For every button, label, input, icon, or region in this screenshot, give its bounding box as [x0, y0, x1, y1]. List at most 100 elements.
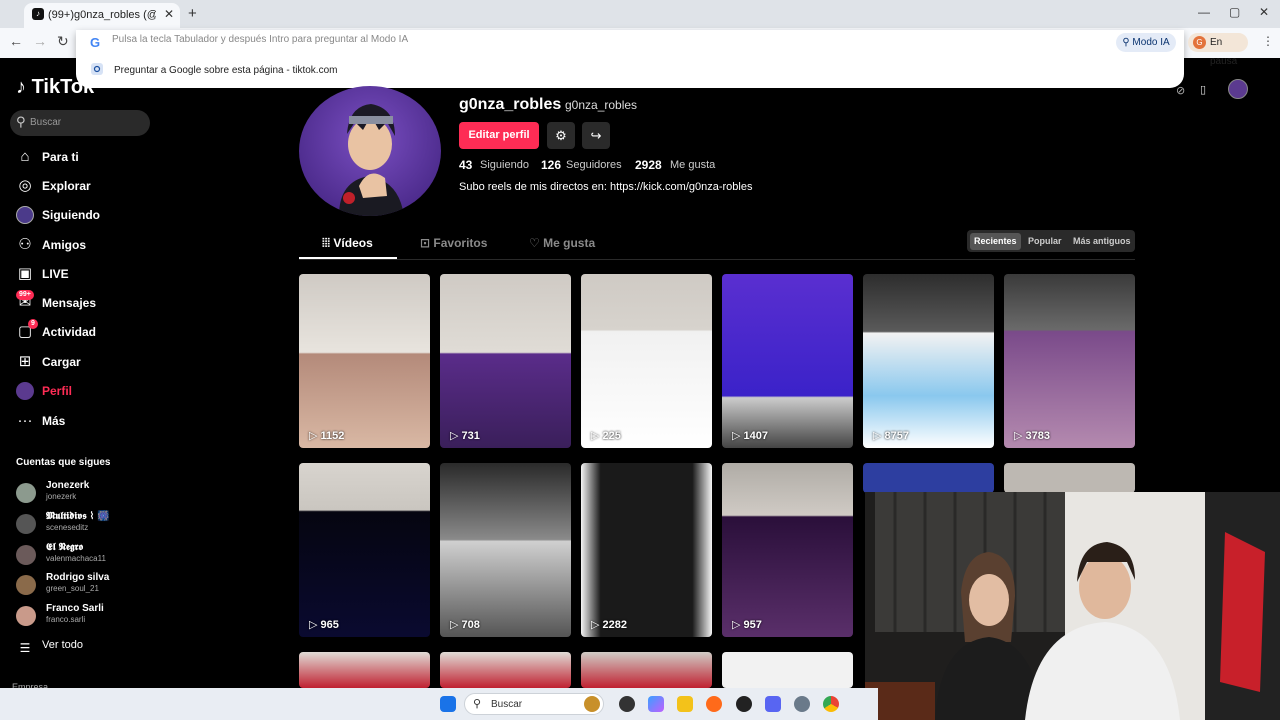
- search-icon: ⚲: [16, 114, 26, 129]
- video-thumbnail[interactable]: [440, 652, 571, 688]
- video-thumbnail[interactable]: [299, 652, 430, 688]
- sort-recientes[interactable]: Recientes: [970, 233, 1021, 250]
- tab-me-gusta[interactable]: ♡ Me gusta: [529, 236, 595, 250]
- file-explorer-icon[interactable]: [677, 696, 693, 712]
- sidebar-item-siguiendo[interactable]: Siguiendo: [16, 205, 156, 229]
- sidebar-item-live[interactable]: ▣ LIVE: [16, 264, 156, 288]
- live-icon: ▣: [17, 265, 33, 282]
- sidebar-item-explorar[interactable]: ◎ Explorar: [16, 176, 156, 200]
- view-count-value: 731: [461, 430, 480, 442]
- video-thumbnail[interactable]: ▷ 731: [440, 274, 571, 448]
- sidebar-item-mas[interactable]: ··· Más: [16, 411, 156, 435]
- profile-avatar[interactable]: [299, 86, 441, 216]
- close-window-button[interactable]: ✕: [1259, 5, 1269, 19]
- modo-ia-label: Modo IA: [1132, 37, 1170, 48]
- obs-icon[interactable]: [736, 696, 752, 712]
- sidebar-item-perfil[interactable]: Perfil: [16, 381, 156, 405]
- settings-gear-icon[interactable]: ⚙: [547, 122, 575, 149]
- search-placeholder: Buscar: [30, 117, 62, 128]
- search-highlight-icon[interactable]: [584, 696, 600, 712]
- following-avatar-icon: [16, 206, 34, 224]
- followers-count[interactable]: 126: [541, 158, 561, 172]
- video-thumbnail[interactable]: ▷ 1407: [722, 274, 853, 448]
- sidebar-item-amigos[interactable]: ⚇ Amigos: [16, 235, 156, 259]
- browser-menu-icon[interactable]: ⋮: [1262, 34, 1274, 48]
- taskbar-search-input[interactable]: ⚲ Buscar: [464, 693, 604, 715]
- firefox-icon[interactable]: [706, 696, 722, 712]
- avatar: [16, 483, 36, 503]
- sort-selector: Recientes Popular Más antiguos: [967, 230, 1135, 252]
- reload-icon[interactable]: ↻: [57, 33, 69, 50]
- activity-badge: 9: [28, 319, 38, 329]
- account-name: Franco Sarli: [46, 603, 104, 614]
- windows-start-icon[interactable]: [440, 696, 456, 712]
- see-all-link[interactable]: ☰ Ver todo: [16, 638, 156, 662]
- settings-gear-icon[interactable]: [794, 696, 810, 712]
- video-thumbnail[interactable]: ▷ 708: [440, 463, 571, 637]
- sidebar-item-actividad[interactable]: ▢ 9 Actividad: [16, 319, 156, 346]
- followed-account[interactable]: Jonezerk jonezerk: [16, 480, 166, 508]
- video-thumbnail[interactable]: [581, 652, 712, 688]
- maximize-button[interactable]: ▢: [1229, 5, 1240, 19]
- sidebar-item-mensajes[interactable]: ✉ 99+ Mensajes: [16, 290, 156, 317]
- omnibox-dropdown: G Pulsa la tecla Tabulador y después Int…: [76, 30, 1184, 88]
- video-thumbnail[interactable]: ▷ 8757: [863, 274, 994, 448]
- sidebar-item-label: Mensajes: [42, 296, 97, 310]
- copilot-icon[interactable]: [648, 696, 664, 712]
- header-avatar-icon[interactable]: [1228, 79, 1248, 99]
- chrome-icon[interactable]: [823, 696, 839, 712]
- video-thumbnail[interactable]: ▷ 225: [581, 274, 712, 448]
- forward-icon[interactable]: →: [33, 33, 47, 49]
- browser-tab[interactable]: ♪ (99+)g0nza_robles (@g0nza_ro... ✕: [24, 3, 180, 28]
- view-count: ▷ 731: [450, 430, 480, 442]
- close-tab-icon[interactable]: ✕: [164, 7, 174, 21]
- video-thumbnail[interactable]: [722, 652, 853, 688]
- followers-label: Seguidores: [566, 159, 622, 171]
- followed-account[interactable]: 𝕸𝖚𝖑𝖙𝖎𝖉𝖎𝖛𝖘 ⌇ 🎆 sceneseditz: [16, 511, 166, 539]
- tab-label: Me gusta: [543, 236, 596, 250]
- sort-popular[interactable]: Popular: [1024, 233, 1066, 250]
- video-thumbnail[interactable]: ▷ 1152: [299, 274, 430, 448]
- share-icon[interactable]: ↪: [582, 122, 610, 149]
- view-count: ▷ 8757: [873, 430, 909, 442]
- omnibox-suggestion[interactable]: Preguntar a Google sobre esta página - t…: [114, 65, 337, 76]
- profile-avatar-icon: G: [1193, 36, 1206, 49]
- mobile-icon[interactable]: ▯: [1200, 83, 1206, 96]
- site-icon-1[interactable]: ⊘: [1176, 84, 1185, 97]
- video-thumbnail[interactable]: ▷ 2282: [581, 463, 712, 637]
- tab-favoritos[interactable]: ⊡ Favoritos: [420, 236, 487, 250]
- edit-profile-button[interactable]: Editar perfil: [459, 122, 539, 149]
- likes-label: Me gusta: [670, 159, 716, 171]
- followed-account[interactable]: Franco Sarli franco.sarli: [16, 603, 166, 631]
- sidebar-search-input[interactable]: ⚲ Buscar: [10, 110, 150, 136]
- video-thumbnail[interactable]: ▷ 3783: [1004, 274, 1135, 448]
- minimize-button[interactable]: —: [1198, 5, 1210, 19]
- discord-icon[interactable]: [765, 696, 781, 712]
- new-tab-button[interactable]: +: [188, 5, 197, 22]
- avatar: [16, 575, 36, 595]
- back-icon[interactable]: ←: [9, 33, 23, 49]
- modo-ia-button[interactable]: ⚲ Modo IA: [1116, 33, 1176, 52]
- avatar: [16, 514, 36, 534]
- following-label: Siguiendo: [480, 159, 529, 171]
- ms-app-icon[interactable]: [619, 696, 635, 712]
- video-thumbnail[interactable]: ▷ 957: [722, 463, 853, 637]
- google-icon: G: [90, 35, 101, 50]
- followed-account[interactable]: Rodrigo silva green_soul_21: [16, 572, 166, 600]
- likes-count: 2928: [635, 158, 662, 172]
- sidebar-item-cargar[interactable]: ⊞ Cargar: [16, 352, 156, 376]
- following-count[interactable]: 43: [459, 158, 472, 172]
- sidebar-item-para-ti[interactable]: ⌂ Para ti: [16, 147, 156, 171]
- tiktok-logo[interactable]: ♪ TikTok: [16, 76, 94, 99]
- followed-account[interactable]: 𝕰𝖑 𝕹𝖊𝖌𝖗𝖔 valenmachaca11: [16, 542, 166, 570]
- view-count: ▷ 2282: [591, 619, 627, 631]
- video-thumbnail[interactable]: ▷ 965: [299, 463, 430, 637]
- profile-nickname: g0nza_robles: [565, 98, 638, 112]
- omnibox-input[interactable]: Pulsa la tecla Tabulador y después Intro…: [112, 34, 712, 45]
- sidebar-item-label: Siguiendo: [42, 208, 100, 222]
- tab-videos[interactable]: ⦙⦙⦙ Vídeos: [322, 236, 373, 251]
- video-thumbnail[interactable]: [863, 463, 994, 493]
- profile-status-button[interactable]: G En pausa: [1188, 33, 1248, 67]
- sort-mas-antiguos[interactable]: Más antiguos: [1069, 233, 1135, 250]
- video-thumbnail[interactable]: [1004, 463, 1135, 493]
